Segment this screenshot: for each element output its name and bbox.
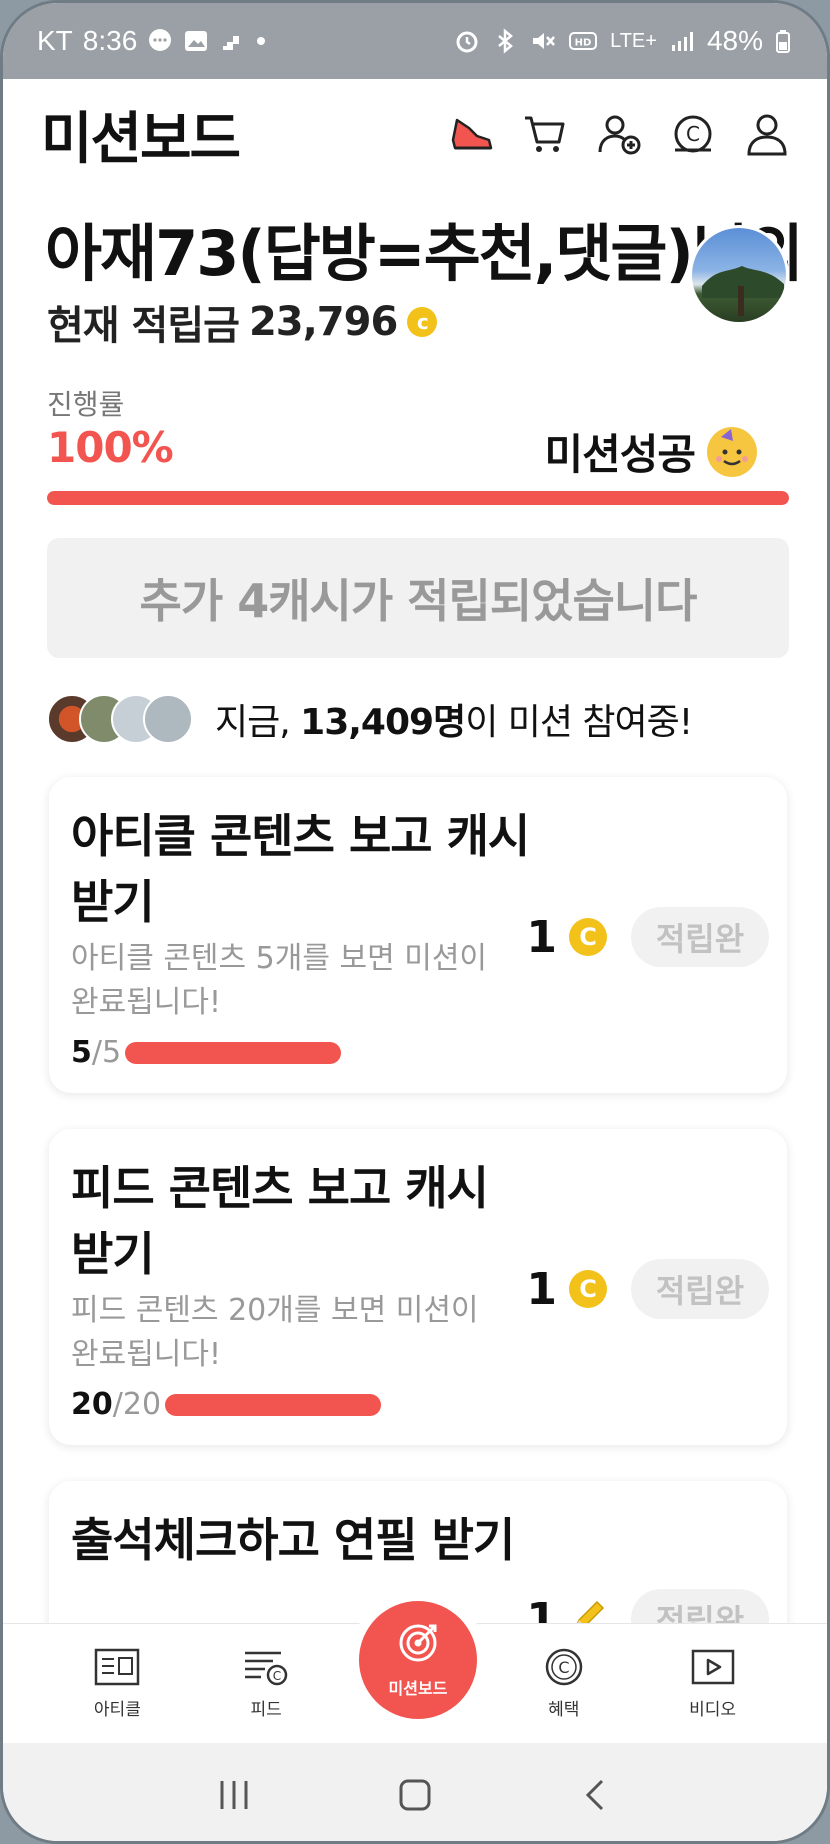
participants-text: 지금, 13,409명이 미션 참여중! [215,693,693,745]
participants-prefix: 지금, [215,702,301,743]
mission-card[interactable]: 피드 콘텐츠 보고 캐시 받기 피드 콘텐츠 20개를 보면 미션이 완료됩니다… [49,1129,787,1445]
mission-reward: 1 C 적립완 [526,1259,769,1319]
reward-amount: 1 [526,911,557,963]
network-label: LTE+ [610,29,657,52]
clock: 8:36 [82,25,138,56]
svg-text:C: C [558,1658,569,1677]
notification-icon [219,28,245,54]
mission-progress: 20 /20 [71,1387,767,1422]
mission-progress-bar [125,1041,342,1064]
mission-status-label: 미션성공 [544,430,696,479]
mission-progress-current: 20 [71,1387,113,1422]
nav-item-missionboard[interactable]: 미션보드 [359,1601,477,1719]
battery-percent: 48% [706,25,763,56]
nav-item-label: 혜택 [548,1700,580,1720]
gallery-icon [183,28,209,54]
mission-progress-bar [165,1393,382,1416]
claimed-button[interactable]: 적립완 [631,907,769,967]
nav-item-feed[interactable]: C 피드 [211,1647,321,1720]
hd-icon: HD [568,28,598,54]
cash-coin-icon: C [569,918,607,956]
party-face-icon [707,426,757,477]
nav-item-benefit[interactable]: C 혜택 [509,1647,619,1720]
dot-icon [255,28,267,54]
mission-title: 피드 콘텐츠 보고 캐시 받기 [71,1161,489,1281]
svg-text:C: C [686,122,700,146]
mission-reward: 1 C 적립완 [526,907,769,967]
progress-bar [47,491,789,505]
mission-description: 피드 콘텐츠 20개를 보면 미션이 완료됩니다! [71,1293,479,1372]
article-icon [94,1647,140,1687]
mission-description: 아티클 콘텐츠 5개를 보면 미션이 완료됩니다! [71,941,488,1020]
claimed-button[interactable]: 적립완 [631,1259,769,1319]
svg-text:C: C [273,1669,281,1683]
home-button[interactable] [385,1765,445,1825]
participants-row: 지금, 13,409명이 미션 참여중! [47,693,693,745]
mission-title: 출석체크하고 연필 받기 [71,1513,515,1567]
mission-status: 미션성공 [544,421,757,482]
mission-progress-total: /20 [112,1387,162,1422]
bluetooth-icon [492,28,518,54]
sneaker-icon[interactable] [447,110,495,158]
participant-avatars [47,694,193,744]
profile-icon[interactable] [743,110,791,158]
balance-row: 현재 적립금 23,796 c [47,293,438,351]
participant-avatar [143,694,193,744]
carrier-label: KT [37,25,73,56]
progress-bar-fill [47,491,789,505]
nav-item-label: 비디오 [689,1700,737,1720]
benefit-icon: C [541,1647,587,1687]
nav-item-article[interactable]: 아티클 [62,1647,172,1720]
status-bar: KT 8:36 HD LTE+ 48% [3,3,827,79]
avatar[interactable] [689,225,789,325]
battery-icon [775,28,791,54]
mission-card[interactable]: 아티클 콘텐츠 보고 캐시 받기 아티클 콘텐츠 5개를 보면 미션이 완료됩니… [49,777,787,1093]
nav-item-label: 미션보드 [388,1679,448,1698]
alarm-icon [454,28,480,54]
participants-suffix: 이 미션 참여중! [465,702,693,743]
page-title: 미션보드 [41,106,241,172]
balance-label: 현재 적립금 [47,303,240,349]
reward-notice: 추가 4캐시가 적립되었습니다 [47,538,789,658]
reward-amount: 1 [526,1263,557,1315]
coin-icon: c [407,307,438,337]
progress-label: 진행률 [47,388,125,421]
recent-apps-button[interactable] [204,1765,264,1825]
svg-text:HD: HD [575,38,592,49]
progress-value: 100% [47,423,174,472]
add-friend-icon[interactable] [595,110,643,158]
phone-screen: KT 8:36 HD LTE+ 48% 미션보드 C 아재73(답방=추천,댓글… [0,0,830,1844]
mission-progress-fill [165,1393,382,1416]
back-button[interactable] [566,1765,626,1825]
balance-amount: 23,796 [248,299,398,345]
mission-progress-fill [125,1041,342,1064]
feed-icon: C [243,1647,289,1687]
mission-progress-total: /5 [91,1035,122,1070]
system-navigation-bar [3,1743,827,1841]
nav-item-label: 피드 [250,1700,282,1720]
mission-progress: 5 /5 [71,1035,767,1070]
cart-icon[interactable] [521,110,569,158]
nav-item-label: 아티클 [93,1700,141,1720]
mission-progress-current: 5 [71,1035,92,1070]
cash-icon[interactable]: C [669,110,717,158]
participants-count: 13,409명 [300,702,466,743]
mission-title: 아티클 콘텐츠 보고 캐시 받기 [71,809,530,929]
signal-icon [669,28,695,54]
target-icon [396,1621,440,1669]
nav-item-video[interactable]: 비디오 [658,1647,768,1720]
video-icon [690,1647,736,1687]
cash-coin-icon: C [569,1270,607,1308]
mute-icon [530,28,556,54]
chat-icon [147,28,173,54]
app-header: 미션보드 C [3,79,827,189]
